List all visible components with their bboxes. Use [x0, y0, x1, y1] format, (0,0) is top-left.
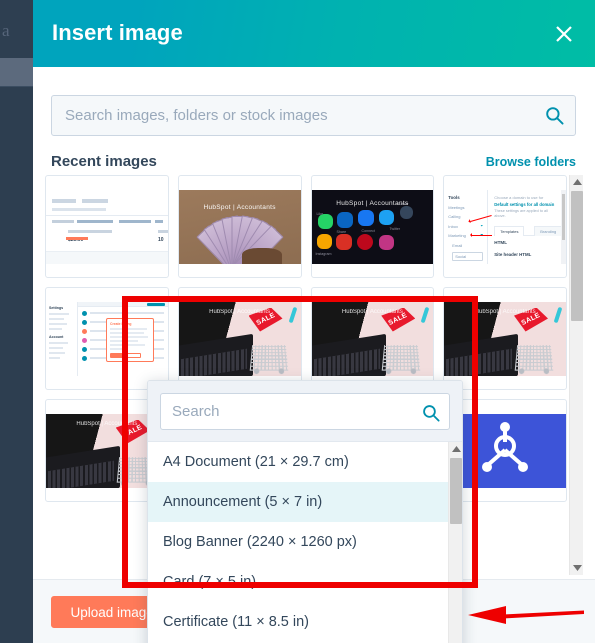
canva-option-label: Card (7 × 5 in) [163, 574, 257, 590]
canva-option-label: Announcement (5 × 7 in) [163, 494, 323, 510]
canva-search-input[interactable] [160, 393, 450, 430]
scroll-down-icon[interactable] [570, 561, 584, 575]
thumbnail-logo: HubSpot | Accountants [203, 203, 276, 211]
canva-option-label: Certificate (11 × 8.5 in) [163, 614, 310, 630]
thumbnail-logo: HubSpot | Accountants [474, 308, 536, 315]
insert-image-modal: Insert image Recent images Browse folder… [33, 0, 595, 643]
canva-design-dropdown: A4 Document (21 × 29.7 cm) Announcement … [147, 380, 463, 643]
thumbnail-laptop-sale-cart-3[interactable]: HubSpot | Accountants SALE [443, 287, 567, 390]
thumbnail-logo: HubSpot | Accountants [209, 308, 271, 315]
images-scrollbar[interactable] [569, 175, 583, 575]
close-button[interactable] [546, 16, 582, 52]
canva-option-announcement[interactable]: Announcement (5 × 7 in) [148, 482, 462, 522]
thumbnail-laptop-sale-cart-2[interactable]: HubSpot | Accountants SALE [310, 287, 435, 390]
thumbnail-hubspot-contacts-app[interactable]: Settings Account Create listing [45, 287, 169, 390]
thumbnail-social-media-apps-photo[interactable]: HubSpot | Accountants Like Share Connect [310, 175, 435, 278]
background-sidebar-glyph: a [2, 21, 10, 40]
thumbnail-logo: HubSpot | Accountants [341, 308, 403, 315]
network-logo-icon [475, 420, 535, 481]
canva-search-zone [148, 381, 462, 442]
canva-list-scrollbar[interactable] [448, 442, 462, 643]
background-sidebar: a [0, 0, 33, 643]
background-sidebar-highlight [0, 58, 33, 86]
background-sidebar-top: a [0, 0, 33, 58]
search-input[interactable] [51, 95, 576, 136]
background-sidebar-body [0, 86, 33, 643]
thumbnail-hubspot-payments-dashboard[interactable]: $25.00 10 28 [45, 175, 169, 278]
browse-folders-link[interactable]: Browse folders [486, 155, 576, 169]
canva-option-blog-banner[interactable]: Blog Banner (2240 × 1260 px) [148, 522, 462, 562]
canva-option-label: A4 Document (21 × 29.7 cm) [163, 454, 349, 470]
canva-size-list: A4 Document (21 × 29.7 cm) Announcement … [148, 442, 462, 643]
background-sidebar-divider [0, 86, 33, 87]
thumbnail-logo: HubSpot | Accountants [76, 420, 138, 427]
canva-option-card[interactable]: Card (7 × 5 in) [148, 562, 462, 602]
thumbnail-laptop-sale-cart-1[interactable]: HubSpot | Accountants SALE [177, 287, 302, 390]
scroll-up-icon[interactable] [449, 442, 462, 456]
canva-option-label: Blog Banner (2240 × 1260 px) [163, 534, 357, 550]
scroll-up-icon[interactable] [570, 175, 584, 189]
scrollbar-thumb[interactable] [571, 191, 583, 321]
modal-header: Insert image [33, 0, 595, 67]
close-icon [554, 24, 574, 44]
canva-option-certificate[interactable]: Certificate (11 × 8.5 in) [148, 602, 462, 642]
image-search-field [51, 95, 576, 136]
thumbnail-hubspot-settings-panel[interactable]: Tools Meetings Calling Inbox Marketing E… [443, 175, 567, 278]
scrollbar-thumb[interactable] [450, 458, 462, 524]
page-title: Insert image [52, 20, 183, 45]
thumbnail-money-fan-photo[interactable]: HubSpot | Accountants [177, 175, 302, 278]
modal-body: Recent images Browse folders $25.00 10 2… [33, 67, 595, 643]
canva-option-a4-document[interactable]: A4 Document (21 × 29.7 cm) [148, 442, 462, 482]
recent-images-heading: Recent images [51, 153, 157, 170]
thumbnail-logo: HubSpot | Accountants [336, 199, 409, 207]
